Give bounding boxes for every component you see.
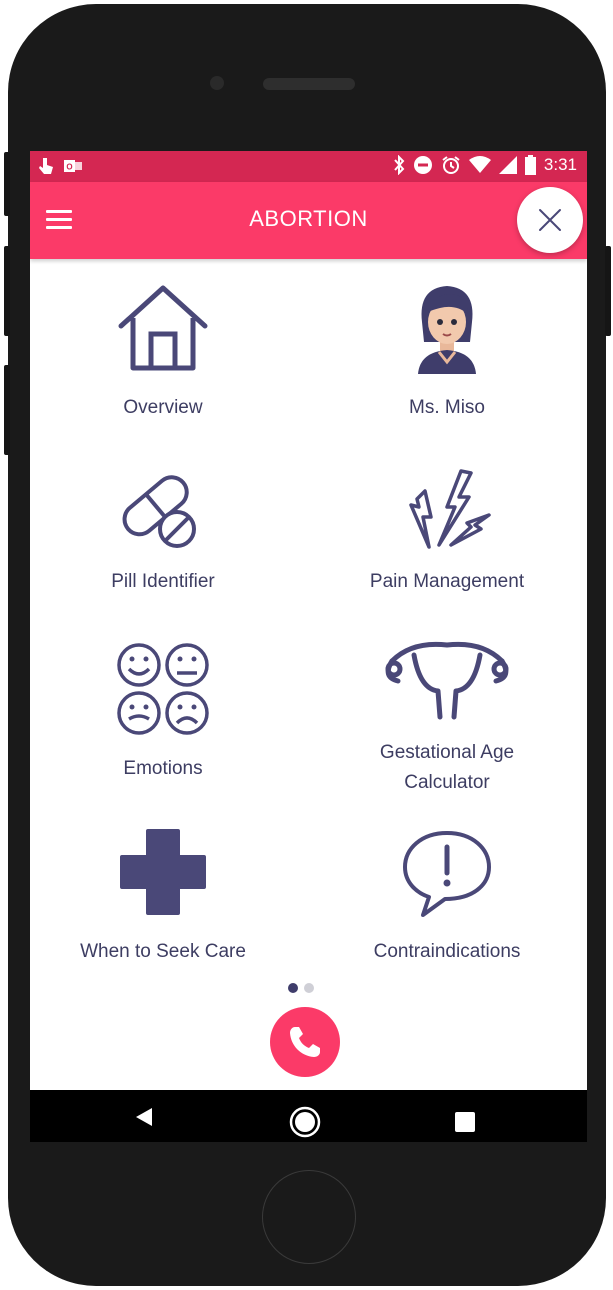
tile-label: Calculator: [404, 772, 490, 793]
phone-icon: [290, 1027, 320, 1057]
close-button[interactable]: [517, 187, 583, 253]
status-bar: O 3:31: [30, 151, 587, 182]
system-nav-bar: [30, 1090, 587, 1142]
tile-label: Contraindications: [373, 941, 521, 962]
tile-label: Gestational Age: [379, 742, 515, 763]
alarm-icon: [442, 156, 460, 174]
uterus-icon: [385, 641, 509, 720]
tile-emotions[interactable]: Emotions: [33, 641, 293, 784]
wifi-icon: [468, 156, 491, 173]
page-dot-active[interactable]: [288, 983, 298, 993]
side-button: [605, 246, 611, 336]
tile-label: Ms. Miso: [409, 397, 485, 418]
page-dot[interactable]: [304, 983, 314, 993]
app-screen: O 3:31 ABORTION Overview Ms. Miso Pill I…: [30, 151, 587, 1142]
battery-icon: [524, 155, 536, 175]
physical-home-button[interactable]: [262, 1170, 356, 1264]
back-icon[interactable]: [134, 1106, 154, 1128]
outlook-icon: O: [64, 160, 82, 172]
tile-contraindications[interactable]: Contraindications: [317, 827, 577, 967]
tile-gestational-age-calculator[interactable]: Gestational Age Calculator: [317, 631, 577, 798]
front-camera: [210, 76, 224, 90]
app-bar: ABORTION: [30, 182, 587, 259]
bluetooth-icon: [394, 155, 405, 175]
svg-text:O: O: [66, 163, 72, 172]
speaker-grille: [263, 78, 355, 90]
page-indicator: [288, 983, 314, 993]
home-icon[interactable]: [289, 1106, 321, 1138]
tile-label: Pain Management: [369, 571, 525, 592]
tile-label: Pill Identifier: [111, 571, 215, 592]
call-button[interactable]: [270, 1007, 340, 1077]
pill-icon: [122, 475, 196, 548]
side-button: [4, 152, 10, 216]
do-not-disturb-icon: [413, 156, 432, 174]
touch-icon: [39, 158, 53, 174]
page-title: ABORTION: [249, 206, 368, 231]
side-button: [4, 246, 10, 336]
emotions-faces-icon: [117, 643, 209, 735]
speech-bubble-exclamation-icon: [403, 831, 491, 917]
medical-cross-icon: [120, 829, 206, 915]
tile-label: Overview: [123, 397, 203, 418]
close-icon: [539, 209, 561, 231]
ms-miso-avatar: [418, 286, 476, 374]
tile-overview[interactable]: Overview: [33, 284, 293, 423]
side-button: [4, 365, 10, 455]
tile-pill-identifier[interactable]: Pill Identifier: [33, 465, 293, 597]
tile-label: When to Seek Care: [80, 941, 246, 962]
house-icon: [118, 285, 208, 371]
signal-icon: [498, 156, 517, 174]
tile-when-to-seek-care[interactable]: When to Seek Care: [33, 827, 293, 967]
tile-label: Emotions: [123, 758, 203, 779]
status-time: 3:31: [543, 155, 577, 174]
tile-pain-management[interactable]: Pain Management: [317, 465, 577, 597]
tile-ms-miso[interactable]: Ms. Miso: [317, 282, 577, 423]
lightning-icon: [409, 469, 491, 549]
recents-icon[interactable]: [455, 1112, 475, 1132]
